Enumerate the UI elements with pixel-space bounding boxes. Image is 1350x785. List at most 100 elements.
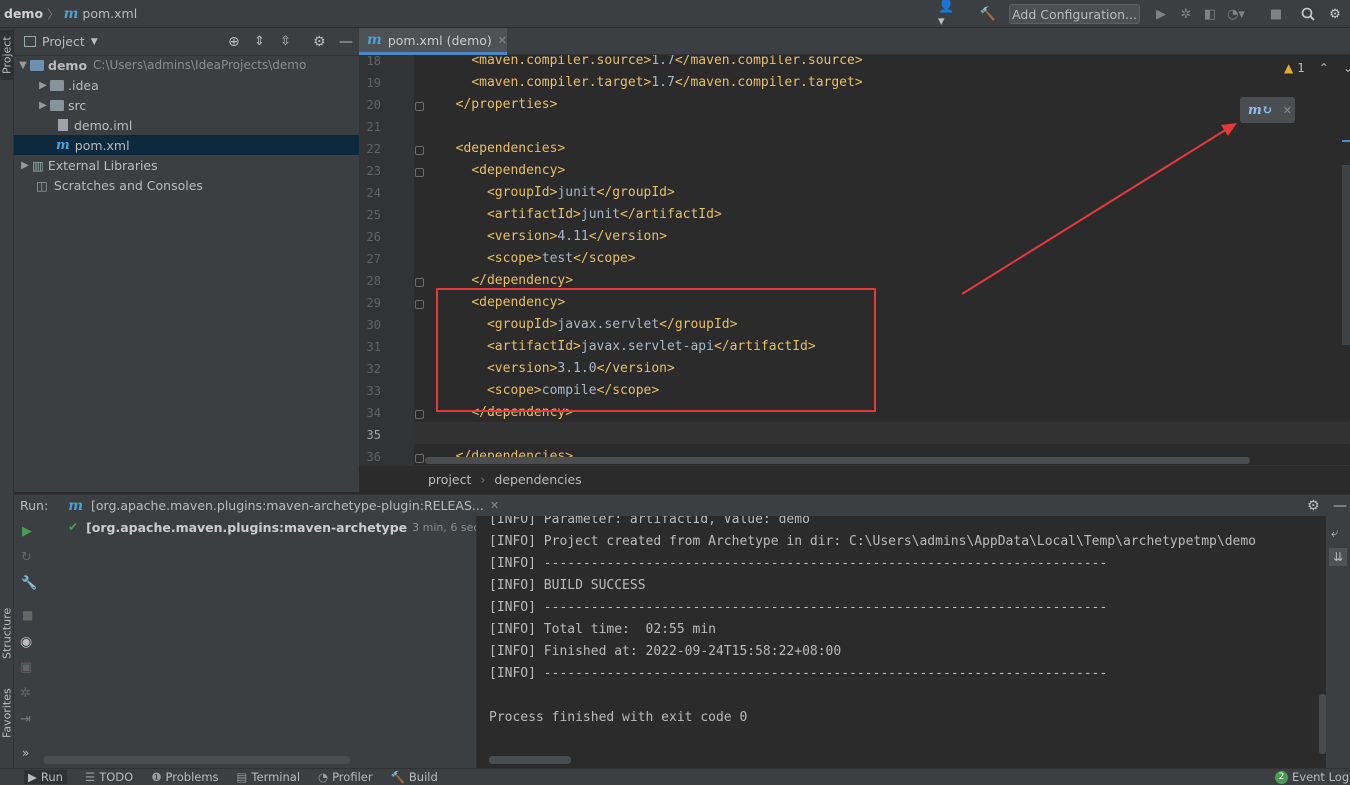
breadcrumb-file[interactable]: pom.xml xyxy=(82,6,137,21)
stop-icon[interactable]: ■ xyxy=(1266,4,1286,24)
horizontal-scrollbar[interactable] xyxy=(425,457,1250,464)
import-icon[interactable]: ⇥ xyxy=(20,712,31,727)
tree-path: C:\Users\admins\IdeaProjects\demo xyxy=(93,58,307,72)
chevron-down-icon[interactable]: ▼ xyxy=(91,37,98,47)
project-panel-header: Project ▼ ⊕ ⇕ ⇳ ⚙ — xyxy=(14,28,359,56)
warning-icon: ▲ xyxy=(1284,61,1294,75)
camera-icon[interactable]: ▣ xyxy=(20,660,32,675)
tab-pom-xml[interactable]: m pom.xml (demo) ✕ xyxy=(359,28,507,55)
inspection-widget[interactable]: ▲ 1 ⌃ ⌄ xyxy=(1284,61,1350,75)
tool-tab-problems[interactable]: ❶ Problems xyxy=(151,770,218,784)
tree-label: src xyxy=(68,97,87,113)
vertical-scrollbar[interactable] xyxy=(1319,694,1326,754)
structure-tool-tab[interactable]: Structure xyxy=(0,598,14,668)
tool-tab-terminal[interactable]: ▤ Terminal xyxy=(237,770,300,784)
eye-icon[interactable]: ◉ xyxy=(20,634,32,650)
editor-breadcrumb-bar: project › dependencies xyxy=(359,465,1350,492)
run-tree-item[interactable]: ✔ [org.apache.maven.plugins:maven-archet… xyxy=(44,516,476,538)
project-tool-tab[interactable]: Project xyxy=(0,30,14,80)
add-configuration-button[interactable]: Add Configuration... xyxy=(1009,4,1140,24)
nav-breadcrumb: demo 〉 m pom.xml xyxy=(0,4,137,23)
run-tab-label[interactable]: [org.apache.maven.plugins:maven-archetyp… xyxy=(91,498,484,513)
run-label: Run: xyxy=(20,498,49,513)
tool-tab-profiler[interactable]: ◔ Profiler xyxy=(318,770,373,784)
breadcrumb-dependencies[interactable]: dependencies xyxy=(494,472,581,487)
project-view-selector[interactable]: Project xyxy=(42,34,85,49)
tool-tab-label: Terminal xyxy=(251,770,301,784)
settings-icon[interactable]: ✲ xyxy=(20,686,31,701)
breadcrumb-project[interactable]: demo xyxy=(4,6,43,21)
run-tree-label: [org.apache.maven.plugins:maven-archetyp… xyxy=(86,519,408,535)
code-editor[interactable]: 18 19 20 21 22 23 24 25 26 27 28 29 30 31 32 33 34 35 36 <… xyxy=(359,55,1350,465)
chevron-down-icon[interactable]: ▼ xyxy=(16,60,30,71)
tool-tab-label: TODO xyxy=(99,770,134,784)
run-toolbar: ▶ ↻ 🔧 ■ ◉ ▣ ✲ ⇥ » xyxy=(14,516,44,768)
event-log-button[interactable]: 2 Event Log xyxy=(1275,770,1349,784)
user-icon[interactable]: 👤▾ xyxy=(938,0,958,29)
run-icon[interactable]: ▶ xyxy=(1151,4,1171,24)
tree-item-demo[interactable]: ▼ demo C:\Users\admins\IdeaProjects\demo xyxy=(14,55,359,75)
more-icon[interactable]: » xyxy=(22,746,29,760)
tree-item-scratches[interactable]: ◫ Scratches and Consoles xyxy=(14,175,359,195)
locate-icon[interactable]: ⊕ xyxy=(228,34,240,50)
breadcrumb-separator-icon: › xyxy=(480,471,486,487)
console-output[interactable]: [INFO] Parameter: artifactId, Value: dem… xyxy=(476,516,1326,768)
tree-item-demo-iml[interactable]: demo.iml xyxy=(14,115,359,135)
run-tree: ✔ [org.apache.maven.plugins:maven-archet… xyxy=(44,516,476,768)
hide-panel-icon[interactable]: — xyxy=(339,34,353,50)
previous-highlight-icon[interactable]: ⌃ xyxy=(1319,61,1329,75)
horizontal-scrollbar[interactable] xyxy=(489,756,571,764)
run-duration: 3 min, 6 sec, 915 ms xyxy=(412,520,476,534)
panel-settings-gear-icon[interactable]: ⚙ xyxy=(313,34,326,50)
horizontal-scrollbar[interactable] xyxy=(44,756,350,764)
tool-tab-todo[interactable]: ☰ TODO xyxy=(85,770,133,784)
debug-icon[interactable]: ✲ xyxy=(1176,4,1196,24)
rerun-failed-icon[interactable]: ↻ xyxy=(21,550,32,565)
wrench-icon[interactable]: 🔧 xyxy=(21,576,37,591)
tree-item-idea[interactable]: ▶ .idea xyxy=(14,75,359,95)
tree-item-external-libraries[interactable]: ▶ ▥ External Libraries xyxy=(14,155,359,175)
chevron-right-icon[interactable]: ▶ xyxy=(36,100,50,111)
rerun-icon[interactable]: ▶ xyxy=(22,524,32,539)
tree-item-src[interactable]: ▶ src xyxy=(14,95,359,115)
coverage-icon[interactable]: ◧ xyxy=(1200,4,1220,24)
tool-tab-run[interactable]: ▶ Run xyxy=(24,770,67,784)
scroll-marker xyxy=(1342,140,1350,142)
profile-icon[interactable]: ◔▾ xyxy=(1226,4,1246,24)
tool-tab-build[interactable]: 🔨 Build xyxy=(391,770,438,784)
maven-reload-icon[interactable]: m↻ xyxy=(1248,103,1273,118)
tool-tab-label: Run xyxy=(40,770,63,784)
chevron-right-icon[interactable]: ▶ xyxy=(18,160,32,171)
console-side-toolbar: ⤶ ⇊ xyxy=(1326,516,1350,768)
close-tab-icon[interactable]: ✕ xyxy=(490,499,499,512)
folder-icon xyxy=(50,79,64,91)
expand-all-icon[interactable]: ⇕ xyxy=(254,34,265,49)
scroll-to-end-icon[interactable]: ⇊ xyxy=(1329,548,1347,566)
run-settings-gear-icon[interactable]: ⚙ xyxy=(1307,498,1320,514)
console-line: Process finished with exit code 0 xyxy=(489,710,748,725)
tool-tab-label: Build xyxy=(408,770,438,784)
next-highlight-icon[interactable]: ⌄ xyxy=(1343,61,1350,75)
console-line: [INFO] ---------------------------------… xyxy=(489,666,1108,681)
chevron-right-icon[interactable]: ▶ xyxy=(36,80,50,91)
close-tab-icon[interactable]: ✕ xyxy=(498,34,507,47)
close-icon[interactable]: ✕ xyxy=(1283,104,1292,117)
vertical-scrollbar[interactable] xyxy=(1342,165,1350,345)
editor-tab-bar: m pom.xml (demo) ✕ xyxy=(359,28,1350,55)
favorites-tool-tab[interactable]: Favorites xyxy=(0,683,14,743)
project-panel: Project ▼ ⊕ ⇕ ⇳ ⚙ — ▼ demo C:\Users\admi… xyxy=(14,28,359,492)
soft-wrap-icon[interactable]: ⤶ xyxy=(1331,526,1338,541)
stop-icon[interactable]: ■ xyxy=(22,608,33,622)
tree-item-pom-xml[interactable]: m pom.xml xyxy=(14,135,359,155)
maven-reload-popup[interactable]: m↻ ✕ xyxy=(1240,97,1295,123)
maven-file-icon: m xyxy=(56,137,70,153)
settings-gear-icon[interactable]: ⚙ xyxy=(1325,4,1345,24)
build-hammer-icon[interactable]: 🔨 xyxy=(978,4,998,24)
breadcrumb-project[interactable]: project xyxy=(428,472,471,487)
hide-panel-icon[interactable]: — xyxy=(1333,498,1347,514)
run-icon: ▶ xyxy=(28,770,37,784)
console-line: [INFO] ---------------------------------… xyxy=(489,556,1108,571)
maven-run-icon: m xyxy=(68,497,84,514)
collapse-all-icon[interactable]: ⇳ xyxy=(280,34,291,49)
search-icon[interactable] xyxy=(1298,4,1318,24)
